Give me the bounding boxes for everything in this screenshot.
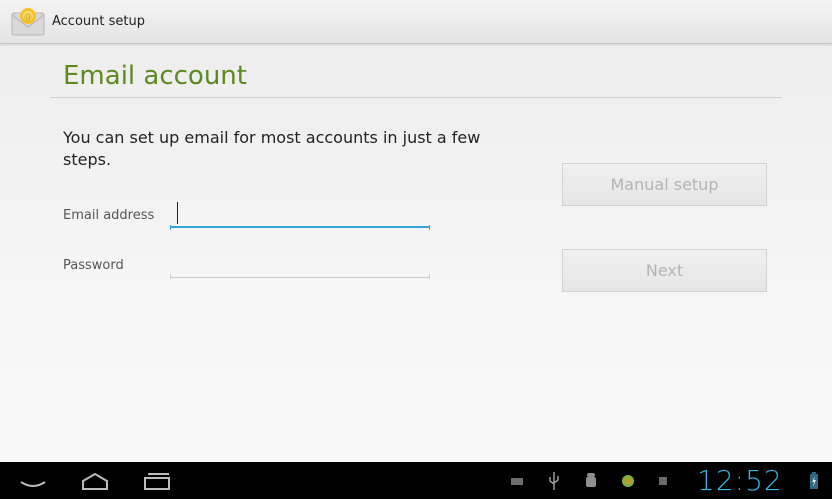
page-title: Email account: [63, 61, 247, 91]
usb-icon: [549, 472, 559, 490]
svg-text:@: @: [24, 12, 32, 21]
password-label: Password: [63, 258, 124, 273]
email-field[interactable]: [170, 200, 430, 228]
email-app-icon: @: [11, 8, 45, 36]
action-bar: @ Account setup: [0, 0, 832, 44]
intro-text: You can set up email for most accounts i…: [63, 128, 481, 169]
next-button[interactable]: Next: [562, 249, 767, 292]
email-field-right-tick: [429, 225, 430, 230]
title-divider: [50, 97, 782, 98]
password-field-left-tick: [170, 274, 171, 279]
password-field-right-tick: [429, 274, 430, 279]
keyboard-icon: [511, 478, 523, 485]
manual-setup-button[interactable]: Manual setup: [562, 163, 767, 206]
back-icon[interactable]: [18, 462, 48, 499]
app-title: Account setup: [52, 14, 145, 29]
app-notification-icon: [622, 475, 634, 487]
battery-charging-icon: [810, 472, 818, 489]
email-label: Email address: [63, 208, 155, 223]
home-icon[interactable]: [80, 462, 110, 499]
android-debug-icon: [586, 473, 596, 487]
clock[interactable]: 12:52: [697, 462, 783, 499]
text-cursor: [177, 202, 178, 224]
email-field-left-tick: [170, 225, 171, 230]
recent-apps-icon[interactable]: [142, 462, 172, 499]
screenshot-icon: [659, 477, 667, 485]
password-field[interactable]: [170, 250, 430, 278]
